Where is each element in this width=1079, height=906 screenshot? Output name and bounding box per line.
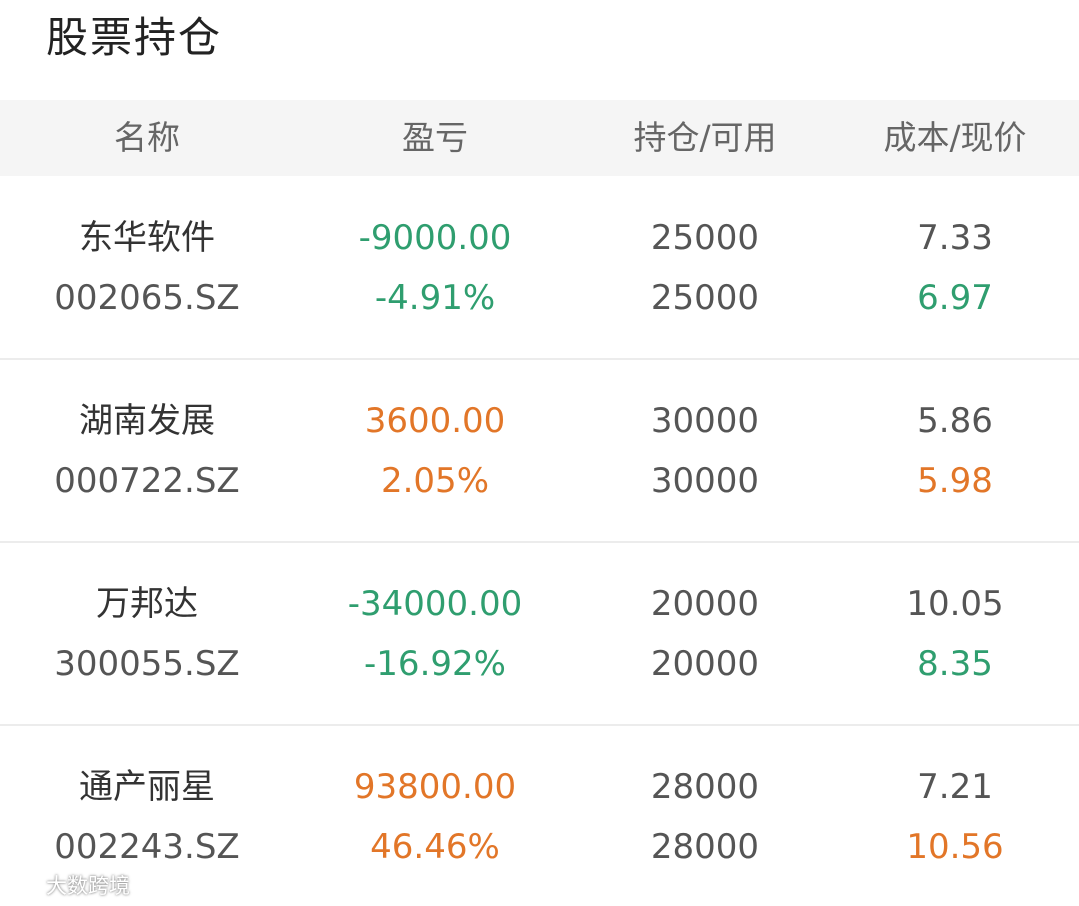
table-header: 名称 盈亏 持仓/可用 成本/现价 [0,100,1079,176]
watermark-text: 大数跨境 [46,874,130,898]
pnl-amount: 93800.00 [353,767,517,807]
holding-qty: 30000 [650,401,760,441]
stock-code: 000722.SZ [54,461,240,501]
header-position: 持仓/可用 [633,118,777,157]
pnl-amount: 3600.00 [364,401,506,441]
page-title: 股票持仓 [46,13,223,62]
cost-price: 7.33 [917,218,993,258]
cost-price: 5.86 [917,401,993,441]
current-price: 5.98 [917,461,993,501]
stock-code: 002065.SZ [54,278,240,318]
watermark: 大数跨境 [8,868,130,902]
pnl-percent: -16.92% [364,644,506,684]
current-price: 8.35 [917,644,993,684]
holding-qty: 20000 [650,584,760,624]
stock-code: 300055.SZ [54,644,240,684]
brand-logo-icon [8,876,41,894]
table-row[interactable]: 通产丽星 93800.00 28000 7.21 002243.SZ 46.46… [0,727,1079,906]
pnl-percent: 2.05% [380,461,489,501]
header-name: 名称 [114,118,180,157]
pnl-percent: -4.91% [374,278,496,318]
cost-price: 7.21 [917,767,993,807]
table-row[interactable]: 万邦达 -34000.00 20000 10.05 300055.SZ -16.… [0,544,1079,726]
holding-qty: 28000 [650,767,760,807]
current-price: 10.56 [906,827,1004,867]
available-qty: 25000 [650,278,760,318]
cost-price: 10.05 [906,584,1004,624]
pnl-amount: -34000.00 [347,584,523,624]
current-price: 6.97 [917,278,993,318]
stock-name: 通产丽星 [79,767,215,807]
stock-holdings-page: 股票持仓 名称 盈亏 持仓/可用 成本/现价 东华软件 -9000.00 250… [0,0,1079,906]
table-row[interactable]: 东华软件 -9000.00 25000 7.33 002065.SZ -4.91… [0,178,1079,360]
table-row[interactable]: 湖南发展 3600.00 30000 5.86 000722.SZ 2.05% … [0,361,1079,543]
available-qty: 20000 [650,644,760,684]
stock-name: 湖南发展 [79,401,215,441]
available-qty: 28000 [650,827,760,867]
holding-qty: 25000 [650,218,760,258]
header-price: 成本/现价 [883,118,1027,157]
stock-name: 东华软件 [79,218,215,258]
stock-name: 万邦达 [96,584,198,624]
available-qty: 30000 [650,461,760,501]
pnl-amount: -9000.00 [358,218,512,258]
header-pnl: 盈亏 [402,118,468,157]
pnl-percent: 46.46% [370,827,500,867]
